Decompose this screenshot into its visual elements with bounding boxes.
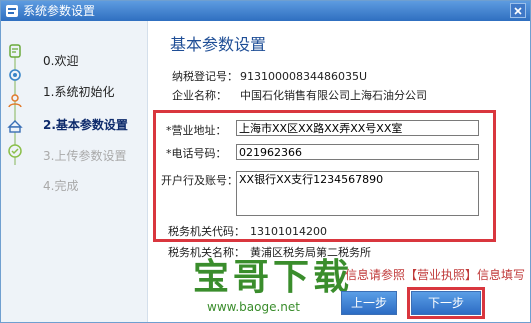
- tax-office-code-label: 税务机关代码：: [168, 225, 245, 238]
- previous-button[interactable]: 上一步: [341, 291, 397, 315]
- upload-step-icon: [7, 120, 23, 133]
- company-value: 中国石化销售有限公司上海石油分公司: [240, 89, 427, 102]
- company-label: 企业名称：: [172, 89, 227, 102]
- step-welcome[interactable]: 0.欢迎: [43, 53, 78, 69]
- close-button[interactable]: [510, 3, 526, 18]
- welcome-step-icon: [9, 44, 21, 58]
- watermark-logo: 宝哥下载: [193, 257, 354, 298]
- tax-office-code-value: 13101014200: [250, 225, 327, 238]
- hint-text: 信息请参照【营业执照】信息填写: [345, 268, 526, 282]
- title-bar[interactable]: 系统参数设置: [1, 1, 530, 21]
- step-upload-settings[interactable]: 3.上传参数设置: [43, 148, 126, 164]
- required-fields-highlight: [153, 110, 496, 242]
- step-basic-settings[interactable]: 2.基本参数设置: [43, 117, 128, 133]
- app-icon: [6, 5, 18, 17]
- gear-step-icon: [9, 69, 21, 81]
- check-step-icon: [8, 144, 22, 158]
- step-system-init[interactable]: 1.系统初始化: [43, 84, 114, 100]
- user-step-icon: [8, 94, 22, 108]
- page-title: 基本参数设置: [170, 35, 267, 54]
- step-finish[interactable]: 4.完成: [43, 178, 78, 194]
- tax-id-label: 纳税登记号：: [172, 70, 238, 83]
- watermark-url: www.baoge.net: [207, 300, 300, 314]
- close-icon: [514, 7, 522, 15]
- settings-window: 系统参数设置 0.欢迎 1.系统初始化 2.基本参数设置 3.上传参数设置 4.…: [0, 0, 531, 323]
- window-title: 系统参数设置: [23, 4, 96, 18]
- step-sidebar: 0.欢迎 1.系统初始化 2.基本参数设置 3.上传参数设置 4.完成: [1, 21, 148, 322]
- tax-id-value: 91310000834486035U: [240, 70, 368, 83]
- next-button[interactable]: 下一步: [411, 291, 481, 315]
